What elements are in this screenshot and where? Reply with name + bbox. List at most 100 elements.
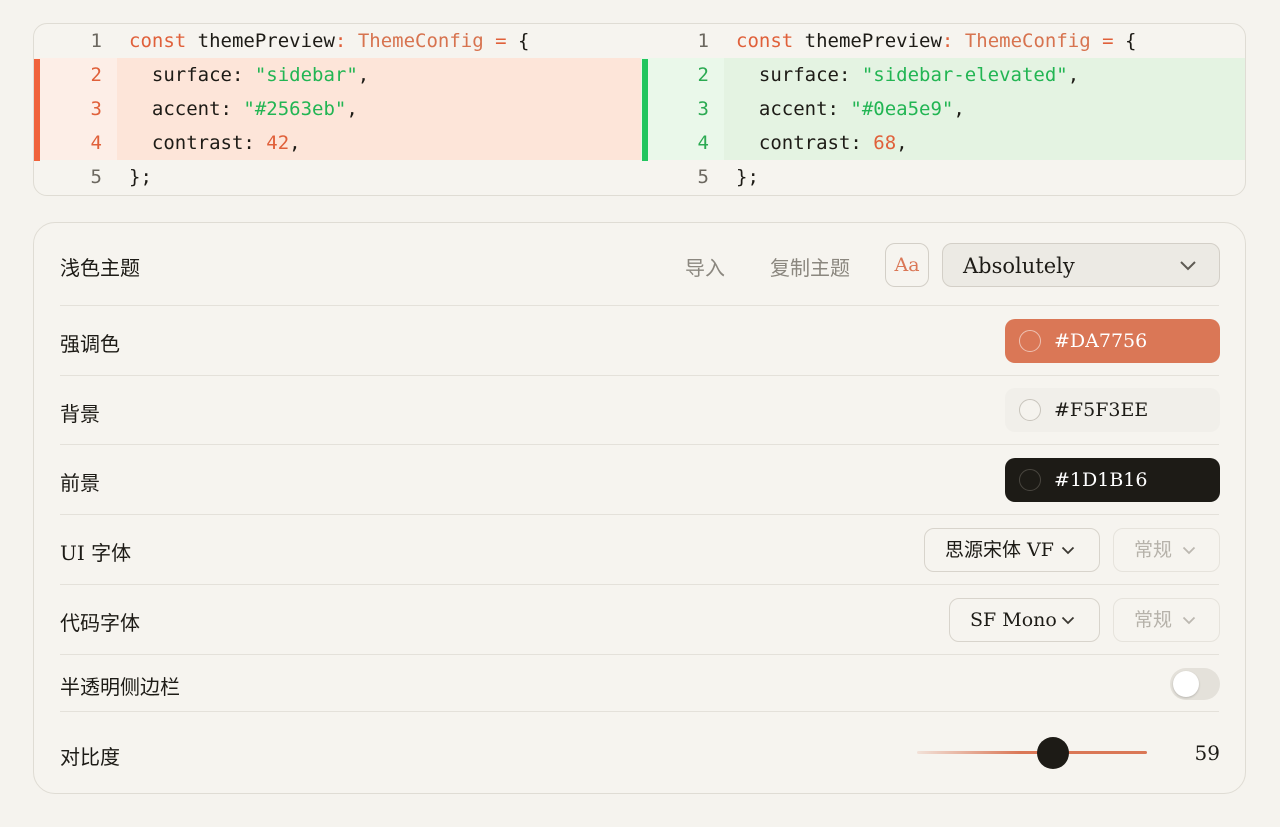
contrast-slider-thumb[interactable] [1036, 737, 1069, 769]
import-button[interactable]: 导入 [685, 252, 725, 281]
ui-font-family-value: 思源宋体 VF [945, 539, 1054, 561]
theme-select[interactable]: Absolutely [942, 243, 1220, 287]
accent-color-picker[interactable]: #DA7756 [1005, 319, 1220, 363]
foreground-color-dot [1019, 469, 1041, 491]
theme-settings-panel: 浅色主题 导入 复制主题 Aa Absolutely 强调色 #DA7756 背… [33, 222, 1246, 794]
diff-line: 4 contrast: 68, [641, 126, 1245, 160]
background-color-picker[interactable]: #F5F3EE [1005, 388, 1220, 432]
ui-font-weight-value: 常规 [1134, 539, 1173, 561]
code-token: , [1067, 64, 1080, 86]
background-color-dot [1019, 399, 1041, 421]
code-font-row: 代码字体 SF Mono 常规 [60, 585, 1220, 655]
foreground-color-value: #1D1B16 [1054, 469, 1148, 491]
code-font-weight-value: 常规 [1134, 609, 1173, 631]
code-token: const [736, 30, 794, 52]
contrast-value: 59 [1194, 741, 1220, 765]
ui-font-label: UI 字体 [60, 541, 132, 565]
addition-marker [642, 59, 648, 161]
code-token: ThemeConfig [964, 30, 1091, 52]
chevron-down-icon [1061, 546, 1075, 555]
code-text: surface: "sidebar", [129, 58, 369, 92]
diff-view: 1 const themePreview: ThemeConfig = {2 su… [33, 23, 1246, 196]
code-text: const themePreview: ThemeConfig = { [736, 24, 1136, 58]
code-token: themePreview [186, 30, 335, 52]
code-font-weight-select[interactable]: 常规 [1113, 598, 1220, 642]
line-number: 3 [697, 98, 709, 120]
code-font-family-select[interactable]: SF Mono [949, 598, 1100, 642]
code-token: "#2563eb" [243, 98, 347, 120]
code-text: surface: "sidebar-elevated", [736, 58, 1079, 92]
translucent-sidebar-row: 半透明侧边栏 [60, 655, 1220, 712]
code-token: accent: [736, 98, 851, 120]
code-text: }; [736, 160, 759, 194]
chevron-down-icon [1061, 616, 1075, 625]
diff-line: 2 surface: "sidebar-elevated", [641, 58, 1245, 92]
ui-font-family-select[interactable]: 思源宋体 VF [924, 528, 1100, 572]
code-token: themePreview [793, 30, 942, 52]
background-color-value: #F5F3EE [1054, 399, 1149, 421]
accent-color-dot [1019, 330, 1041, 352]
chevron-down-icon [1182, 616, 1196, 625]
code-token: { [1113, 30, 1137, 52]
line-number: 2 [90, 64, 102, 86]
diff-line: 2 surface: "sidebar", [34, 58, 641, 92]
diff-modified-pane: 1 const themePreview: ThemeConfig = {2 su… [641, 24, 1245, 195]
accent-color-row: 强调色 #DA7756 [60, 306, 1220, 376]
background-color-row: 背景 #F5F3EE [60, 376, 1220, 445]
line-number: 5 [90, 166, 102, 188]
code-font-label: 代码字体 [60, 611, 140, 635]
diff-line: 3 accent: "#0ea5e9", [641, 92, 1245, 126]
chevron-down-icon [1182, 546, 1196, 555]
font-preview-button[interactable]: Aa [885, 243, 929, 287]
theme-select-value: Absolutely [963, 254, 1075, 278]
diff-line: 1 const themePreview: ThemeConfig = { [641, 24, 1245, 58]
foreground-color-row: 前景 #1D1B16 [60, 445, 1220, 515]
contrast-row: 对比度 59 [60, 712, 1220, 794]
deletion-marker [34, 59, 40, 161]
code-token: const [129, 30, 187, 52]
theme-label: 浅色主题 [60, 256, 140, 280]
code-text: accent: "#2563eb", [129, 92, 358, 126]
code-text: contrast: 42, [129, 126, 301, 160]
ui-font-weight-select[interactable]: 常规 [1113, 528, 1220, 572]
diff-original-pane: 1 const themePreview: ThemeConfig = {2 su… [34, 24, 641, 195]
contrast-slider[interactable] [917, 737, 1147, 769]
code-token: contrast: [736, 132, 874, 154]
code-token: , [953, 98, 965, 120]
foreground-color-label: 前景 [60, 471, 100, 495]
translucent-sidebar-toggle[interactable] [1170, 668, 1220, 700]
code-token: { [506, 30, 530, 52]
line-number: 4 [90, 132, 102, 154]
diff-line: 5}; [34, 160, 641, 194]
code-token: 42 [266, 132, 290, 154]
code-token: , [896, 132, 908, 154]
diff-line: 5}; [641, 160, 1245, 194]
code-token: contrast: [129, 132, 267, 154]
code-token: accent: [129, 98, 244, 120]
line-number: 2 [697, 64, 709, 86]
code-text: accent: "#0ea5e9", [736, 92, 965, 126]
code-token: }; [736, 166, 759, 188]
contrast-slider-track [917, 751, 1147, 754]
code-text: }; [129, 160, 152, 194]
chevron-down-icon [1180, 261, 1196, 271]
foreground-color-picker[interactable]: #1D1B16 [1005, 458, 1220, 502]
line-number: 4 [697, 132, 709, 154]
code-font-family-value: SF Mono [970, 609, 1057, 631]
theme-row: 浅色主题 导入 复制主题 Aa Absolutely [60, 223, 1220, 306]
code-token: = [495, 30, 507, 52]
line-number: 1 [90, 30, 102, 52]
diff-line: 3 accent: "#2563eb", [34, 92, 641, 126]
code-text: contrast: 68, [736, 126, 908, 160]
code-token: surface: [129, 64, 255, 86]
code-token: "sidebar" [254, 64, 358, 86]
code-token: = [1102, 30, 1114, 52]
code-token: "#0ea5e9" [850, 98, 954, 120]
code-token: ThemeConfig [357, 30, 484, 52]
ui-font-row: UI 字体 思源宋体 VF 常规 [60, 515, 1220, 585]
copy-theme-button[interactable]: 复制主题 [770, 252, 850, 281]
